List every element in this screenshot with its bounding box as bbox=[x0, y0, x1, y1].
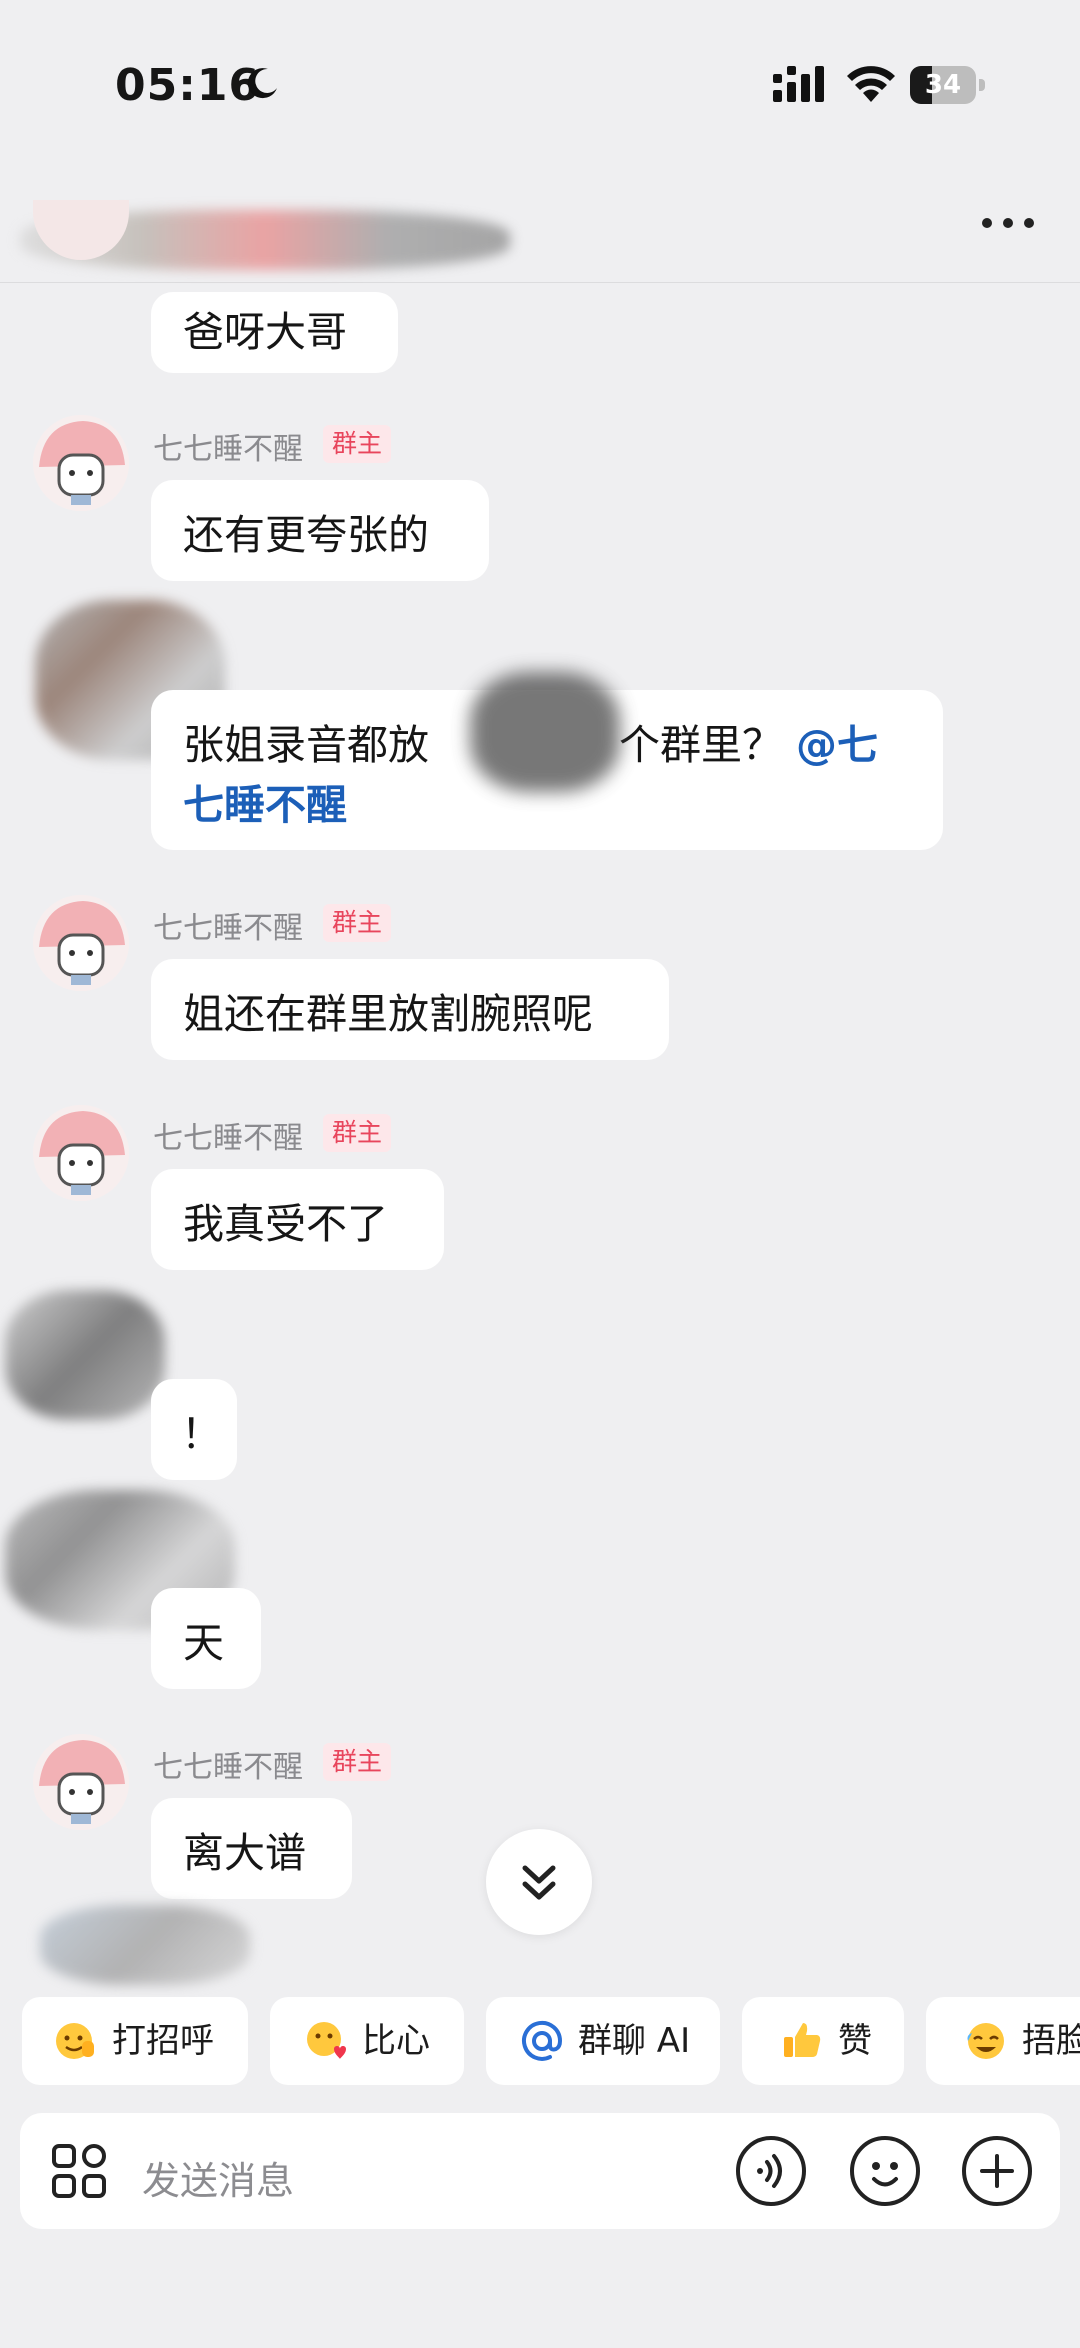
avatar-image bbox=[33, 415, 129, 511]
message-bubble[interactable]: 爸呀大哥 bbox=[151, 292, 398, 373]
double-chevron-down-icon bbox=[522, 1865, 556, 1900]
battery-level: 34 bbox=[924, 70, 962, 100]
status-time: 05:16 bbox=[115, 60, 261, 111]
quick-reply-group-ai[interactable]: 群聊 AI bbox=[486, 1997, 720, 2085]
avatar[interactable] bbox=[33, 1734, 129, 1830]
redacted-avatar bbox=[5, 1290, 165, 1420]
quick-reply-greet[interactable]: 打招呼 bbox=[22, 1997, 248, 2085]
owner-badge: 群主 bbox=[323, 904, 392, 942]
at-icon bbox=[522, 2020, 563, 2061]
more-dots-icon bbox=[982, 218, 992, 228]
redacted-avatar bbox=[40, 1905, 250, 1985]
sender-name: 七七睡不醒 bbox=[153, 432, 303, 467]
quick-reply-label: 捂脸 bbox=[1022, 2021, 1080, 2061]
message-bubble[interactable]: 还有更夸张的 bbox=[151, 480, 489, 581]
thumbs-up-emoji-icon bbox=[784, 2023, 821, 2057]
avatar-image bbox=[33, 1105, 129, 1201]
message-bubble[interactable]: 天 bbox=[151, 1588, 261, 1689]
moon-icon bbox=[247, 68, 277, 99]
avatar-image bbox=[33, 895, 129, 991]
owner-badge: 群主 bbox=[323, 1114, 392, 1152]
mention-link[interactable]: @七 bbox=[796, 721, 878, 769]
owner-badge: 群主 bbox=[323, 425, 392, 463]
sender-name: 七七睡不醒 bbox=[153, 1121, 303, 1156]
sender-name: 七七睡不醒 bbox=[153, 911, 303, 946]
quick-reply-like[interactable]: 赞 bbox=[742, 1997, 904, 2085]
redacted-overlay bbox=[470, 672, 620, 792]
voice-icon[interactable] bbox=[734, 2134, 808, 2208]
chat-header bbox=[0, 170, 1080, 283]
status-bar: 05:16 34 bbox=[0, 0, 1080, 170]
quick-reply-label: 群聊 AI bbox=[578, 2021, 691, 2061]
facepalm-emoji-icon bbox=[967, 2023, 1004, 2059]
avatar[interactable] bbox=[33, 895, 129, 991]
message-bubble[interactable]: 离大谱 bbox=[151, 1798, 352, 1899]
avatar[interactable] bbox=[33, 415, 129, 511]
message-bubble[interactable]: 我真受不了 bbox=[151, 1169, 444, 1270]
quick-reply-label: 比心 bbox=[362, 2021, 430, 2061]
wifi-icon bbox=[847, 66, 895, 102]
message-bubble[interactable]: 姐还在群里放割腕照呢 bbox=[151, 959, 669, 1060]
quick-reply-label: 赞 bbox=[838, 2021, 872, 2061]
scroll-to-bottom-button[interactable] bbox=[486, 1829, 592, 1935]
mention-link[interactable]: 七睡不醒 bbox=[183, 781, 347, 829]
more-options-button[interactable] bbox=[978, 200, 1038, 244]
owner-badge: 群主 bbox=[323, 1743, 392, 1781]
wave-emoji-icon bbox=[56, 2023, 94, 2059]
avatar[interactable] bbox=[33, 1105, 129, 1201]
plus-icon[interactable] bbox=[960, 2134, 1034, 2208]
avatar-image bbox=[33, 1734, 129, 1830]
heart-hands-emoji-icon bbox=[307, 2022, 346, 2059]
message-input[interactable]: 发送消息 bbox=[142, 2150, 294, 2205]
quick-reply-heart[interactable]: 比心 bbox=[270, 1997, 464, 2085]
message-text: 个群里？ bbox=[619, 721, 783, 769]
battery-indicator: 34 bbox=[910, 66, 986, 104]
quick-reply-facepalm[interactable]: 捂脸 bbox=[926, 1997, 1080, 2085]
cellular-signal-icon bbox=[773, 66, 824, 102]
message-bubble[interactable]: ！ bbox=[151, 1379, 237, 1480]
quick-reply-label: 打招呼 bbox=[112, 2021, 214, 2061]
emoji-icon[interactable] bbox=[848, 2134, 922, 2208]
apps-grid-icon[interactable] bbox=[42, 2134, 116, 2208]
sender-name: 七七睡不醒 bbox=[153, 1750, 303, 1785]
message-text: 张姐录音都放 bbox=[183, 721, 429, 769]
